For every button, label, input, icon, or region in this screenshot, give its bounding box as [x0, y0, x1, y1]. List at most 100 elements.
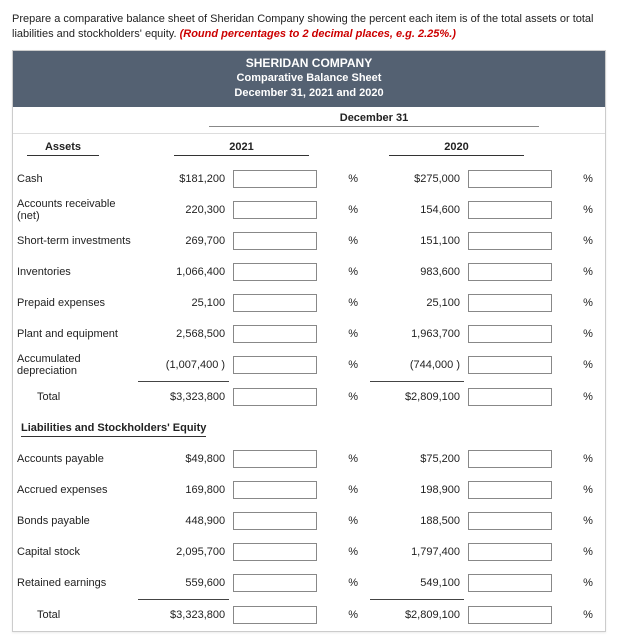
assets-row-value-2020: 1,963,700	[370, 319, 464, 350]
liabilities-row-value-2020: 1,797,400	[370, 537, 464, 568]
assets-row-value-2020: $2,809,100	[370, 381, 464, 413]
assets-row-pct-input-2020[interactable]	[468, 325, 552, 343]
percent-symbol: %	[579, 381, 605, 413]
liabilities-row-pct-input-2021[interactable]	[233, 481, 317, 499]
assets-row-pct-input-2020[interactable]	[468, 232, 552, 250]
percent-symbol: %	[344, 195, 370, 226]
liabilities-row-value-2020: 549,100	[370, 568, 464, 600]
liabilities-row-value-2021: $49,800	[138, 444, 230, 475]
assets-row-value-2020: 25,100	[370, 288, 464, 319]
assets-row-pct-input-2021[interactable]	[233, 170, 317, 188]
percent-symbol: %	[579, 350, 605, 382]
assets-row-pct-input-2021[interactable]	[233, 201, 317, 219]
assets-row-value-2021: $181,200	[138, 164, 230, 195]
percent-symbol: %	[344, 226, 370, 257]
assets-row-label: Total	[13, 381, 138, 413]
period-header: December 31	[209, 112, 539, 127]
liabilities-row-label: Bonds payable	[13, 506, 138, 537]
company-name: SHERIDAN COMPANY	[13, 55, 605, 71]
liabilities-row-label: Accrued expenses	[13, 475, 138, 506]
assets-row-label: Accounts receivable (net)	[13, 195, 138, 226]
period-header-row: December 31	[13, 107, 605, 134]
year-2020-heading: 2020	[389, 141, 524, 156]
liabilities-row-value-2021: 448,900	[138, 506, 230, 537]
liabilities-row-value-2021: 2,095,700	[138, 537, 230, 568]
assets-row-value-2021: (1,007,400 )	[138, 350, 230, 382]
assets-row-pct-input-2021[interactable]	[233, 294, 317, 312]
assets-heading: Assets	[27, 141, 99, 156]
percent-symbol: %	[344, 319, 370, 350]
assets-row-pct-input-2020[interactable]	[468, 263, 552, 281]
year-header-row: Assets 2021 2020	[13, 134, 605, 164]
percent-symbol: %	[344, 599, 370, 631]
percent-symbol: %	[344, 475, 370, 506]
assets-row-value-2021: $3,323,800	[138, 381, 230, 413]
assets-row-value-2021: 1,066,400	[138, 257, 230, 288]
assets-row-value-2020: $275,000	[370, 164, 464, 195]
assets-row-label: Accumulated depreciation	[13, 350, 138, 382]
percent-symbol: %	[579, 288, 605, 319]
assets-row-pct-input-2020[interactable]	[468, 170, 552, 188]
assets-row-pct-input-2020[interactable]	[468, 388, 552, 406]
assets-row-pct-input-2021[interactable]	[233, 325, 317, 343]
assets-row-label: Inventories	[13, 257, 138, 288]
liabilities-row-pct-input-2020[interactable]	[468, 450, 552, 468]
percent-symbol: %	[579, 506, 605, 537]
sheet-title: Comparative Balance Sheet	[13, 71, 605, 86]
liabilities-row-pct-input-2020[interactable]	[468, 606, 552, 624]
liabilities-row-pct-input-2020[interactable]	[468, 543, 552, 561]
percent-symbol: %	[579, 599, 605, 631]
assets-row-pct-input-2020[interactable]	[468, 201, 552, 219]
percent-symbol: %	[579, 444, 605, 475]
assets-row-value-2021: 220,300	[138, 195, 230, 226]
liabilities-row-value-2020: 198,900	[370, 475, 464, 506]
assets-row-value-2021: 2,568,500	[138, 319, 230, 350]
percent-symbol: %	[579, 537, 605, 568]
percent-symbol: %	[579, 226, 605, 257]
assets-row-value-2020: (744,000 )	[370, 350, 464, 382]
sheet-date: December 31, 2021 and 2020	[13, 86, 605, 101]
assets-row-pct-input-2021[interactable]	[233, 263, 317, 281]
liabilities-row-pct-input-2021[interactable]	[233, 512, 317, 530]
assets-row-pct-input-2020[interactable]	[468, 294, 552, 312]
assets-row-label: Prepaid expenses	[13, 288, 138, 319]
assets-row-value-2021: 269,700	[138, 226, 230, 257]
liabilities-table: Accounts payable$49,800%$75,200%Accrued …	[13, 444, 605, 631]
liabilities-row-label: Total	[13, 599, 138, 631]
liabilities-row-pct-input-2021[interactable]	[233, 606, 317, 624]
instructions-hint: (Round percentages to 2 decimal places, …	[180, 28, 456, 40]
liabilities-row-value-2020: $2,809,100	[370, 599, 464, 631]
assets-row-label: Short-term investments	[13, 226, 138, 257]
liabilities-row-pct-input-2020[interactable]	[468, 512, 552, 530]
percent-symbol: %	[344, 568, 370, 600]
percent-symbol: %	[344, 350, 370, 382]
percent-symbol: %	[344, 506, 370, 537]
liabilities-row-pct-input-2020[interactable]	[468, 481, 552, 499]
liabilities-row-value-2021: 559,600	[138, 568, 230, 600]
liabilities-row-label: Capital stock	[13, 537, 138, 568]
liabilities-row-pct-input-2021[interactable]	[233, 574, 317, 592]
liabilities-row-pct-input-2021[interactable]	[233, 450, 317, 468]
liabilities-row-pct-input-2020[interactable]	[468, 574, 552, 592]
assets-row-pct-input-2020[interactable]	[468, 356, 552, 374]
assets-row-pct-input-2021[interactable]	[233, 232, 317, 250]
assets-row-value-2020: 154,600	[370, 195, 464, 226]
percent-symbol: %	[579, 257, 605, 288]
liabilities-row-value-2020: $75,200	[370, 444, 464, 475]
assets-row-label: Plant and equipment	[13, 319, 138, 350]
assets-row-pct-input-2021[interactable]	[233, 388, 317, 406]
percent-symbol: %	[344, 164, 370, 195]
assets-row-value-2020: 983,600	[370, 257, 464, 288]
assets-row-label: Cash	[13, 164, 138, 195]
percent-symbol: %	[344, 537, 370, 568]
liabilities-heading-row: Liabilities and Stockholders' Equity	[13, 413, 605, 444]
instructions: Prepare a comparative balance sheet of S…	[12, 12, 606, 42]
liabilities-row-label: Accounts payable	[13, 444, 138, 475]
assets-row-pct-input-2021[interactable]	[233, 356, 317, 374]
percent-symbol: %	[344, 288, 370, 319]
liabilities-row-value-2020: 188,500	[370, 506, 464, 537]
liabilities-row-pct-input-2021[interactable]	[233, 543, 317, 561]
liabilities-row-label: Retained earnings	[13, 568, 138, 600]
percent-symbol: %	[579, 568, 605, 600]
assets-row-value-2021: 25,100	[138, 288, 230, 319]
